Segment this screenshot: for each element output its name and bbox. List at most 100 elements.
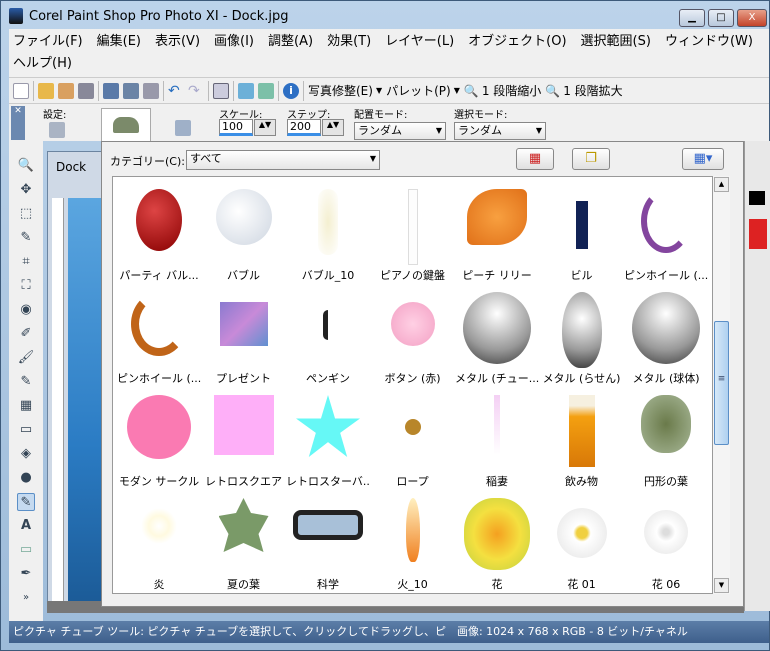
resize-icon[interactable]	[213, 82, 229, 99]
menu-objects[interactable]: オブジェクト(O)	[468, 31, 566, 53]
close-button[interactable]: X	[737, 9, 767, 27]
copy-tube-button[interactable]: ❐	[572, 148, 610, 170]
menu-layers[interactable]: レイヤー(L)	[385, 31, 454, 53]
more-tools-icon[interactable]: »	[17, 589, 35, 607]
tube-settings-icon[interactable]	[175, 120, 191, 136]
tube-item[interactable]: ピアノの鍵盤	[371, 181, 455, 284]
tube-item[interactable]: メタル (チュー...	[455, 284, 539, 387]
scale-input[interactable]: 100	[219, 119, 253, 136]
dodge-tool-icon[interactable]: ▦	[17, 397, 35, 415]
open-folder-icon[interactable]	[38, 82, 54, 99]
menu-image[interactable]: 画像(I)	[214, 31, 254, 53]
tube-item[interactable]: 円形の葉	[624, 387, 708, 490]
tube-item[interactable]: 火_10	[371, 490, 455, 593]
zoom-tool-icon[interactable]: 🔍	[17, 157, 35, 175]
tube-item[interactable]: ボタン (赤)	[371, 284, 455, 387]
tube-item[interactable]: レトロスクエア	[202, 387, 286, 490]
step-input[interactable]: 200	[287, 119, 321, 136]
tube-item[interactable]: 花 06	[624, 490, 708, 593]
menu-file[interactable]: ファイル(F)	[13, 31, 83, 53]
category-select[interactable]: すべて	[186, 150, 380, 170]
menu-view[interactable]: 表示(V)	[155, 31, 200, 53]
dropper-tool-icon[interactable]: ✎	[17, 229, 35, 247]
save-as-icon[interactable]	[123, 82, 139, 99]
tube-item[interactable]: メタル (らせん)	[540, 284, 624, 387]
brush-tool-icon[interactable]: 🖌	[17, 349, 35, 367]
placement-mode-select[interactable]: ランダム	[354, 122, 446, 140]
save-icon[interactable]	[103, 82, 119, 99]
scroll-up-arrow[interactable]: ▲	[714, 177, 729, 192]
tube-options-button[interactable]: ▦	[516, 148, 554, 170]
step-spinner[interactable]: ▲▼	[322, 119, 344, 136]
lighten-tool-icon[interactable]: ✎	[17, 373, 35, 391]
tube-item[interactable]: パーティ バル...	[117, 181, 201, 284]
tube-item[interactable]: ピンホイール (...	[624, 181, 708, 284]
picture-tube-tool-icon[interactable]: ✎	[17, 493, 35, 511]
menu-edit[interactable]: 編集(E)	[97, 31, 141, 53]
tube-item[interactable]: ビル	[540, 181, 624, 284]
scroll-down-arrow[interactable]: ▼	[714, 578, 729, 593]
red-eye-tool-icon[interactable]: ◉	[17, 301, 35, 319]
menu-help[interactable]: ヘルプ(H)	[13, 53, 72, 75]
shape-tool-icon[interactable]: ▭	[17, 541, 35, 559]
view-mode-button[interactable]: ▦▾	[682, 148, 724, 170]
selection-mode-select[interactable]: ランダム	[454, 122, 546, 140]
eraser-tool-icon[interactable]: ▭	[17, 421, 35, 439]
rotate-right-icon[interactable]	[238, 82, 254, 99]
tube-item[interactable]: 夏の葉	[202, 490, 286, 593]
info-icon[interactable]: i	[283, 82, 299, 99]
vertical-scrollbar[interactable]: ▲ ≡ ▼	[713, 176, 730, 594]
scale-spinner[interactable]: ▲▼	[254, 119, 276, 136]
presets-icon[interactable]	[49, 122, 65, 138]
tube-item[interactable]: 飲み物	[540, 387, 624, 490]
menu-adjust[interactable]: 調整(A)	[268, 31, 313, 53]
text-tool-icon[interactable]: A	[17, 517, 35, 535]
tube-item[interactable]: バブル_10	[286, 181, 370, 284]
menu-selections[interactable]: 選択範囲(S)	[581, 31, 651, 53]
tube-item[interactable]: メタル (球体)	[624, 284, 708, 387]
tube-item[interactable]: 稲妻	[455, 387, 539, 490]
tube-item[interactable]: 炎	[117, 490, 201, 593]
selection-tool-icon[interactable]: ⬚	[17, 205, 35, 223]
tube-item[interactable]: ピーチ リリー	[455, 181, 539, 284]
fill-tool-icon[interactable]: ◈	[17, 445, 35, 463]
tube-selector[interactable]	[101, 108, 151, 142]
tube-item[interactable]: プレゼント	[202, 284, 286, 387]
tube-item[interactable]: ペンギン	[286, 284, 370, 387]
undo-icon[interactable]: ↶	[168, 83, 184, 99]
maximize-button[interactable]: □	[708, 9, 734, 27]
tube-item[interactable]: 科学	[286, 490, 370, 593]
palette-grip[interactable]: ✕	[11, 106, 25, 140]
tube-item[interactable]: モダン サークル	[117, 387, 201, 490]
clone-tool-icon[interactable]: ✐	[17, 325, 35, 343]
foreground-color-swatch[interactable]	[749, 191, 765, 205]
tube-item[interactable]: 花	[455, 490, 539, 593]
document-window[interactable]: Dock	[47, 151, 107, 611]
tube-item[interactable]: 花 01	[540, 490, 624, 593]
minimize-button[interactable]: ▁	[679, 9, 705, 27]
zoom-in-button[interactable]: 🔍 1 段階拡大	[545, 82, 622, 99]
menu-window[interactable]: ウィンドウ(W)	[665, 31, 753, 53]
pick-tool-icon[interactable]: ⛶	[17, 277, 35, 295]
palette-menu[interactable]: パレット(P) ▼	[386, 82, 460, 99]
rotate-left-icon[interactable]	[258, 82, 274, 99]
zoom-out-button[interactable]: 🔍 1 段階縮小	[464, 82, 541, 99]
new-file-icon[interactable]	[13, 82, 29, 99]
move-tool-icon[interactable]: ✥	[17, 181, 35, 199]
photo-fix-menu[interactable]: 写真修整(E) ▼	[308, 82, 382, 99]
print-icon[interactable]	[143, 82, 159, 99]
tube-item[interactable]: ロープ	[371, 387, 455, 490]
color-replacer-icon[interactable]: ●	[17, 469, 35, 487]
redo-icon[interactable]: ↷	[188, 83, 204, 99]
crop-tool-icon[interactable]: ⌗	[17, 253, 35, 271]
scroll-thumb[interactable]: ≡	[714, 321, 729, 445]
document-tab[interactable]: Dock	[56, 160, 86, 174]
tube-item[interactable]: ピンホイール (...	[117, 284, 201, 387]
scan-icon[interactable]	[78, 82, 94, 99]
browse-icon[interactable]	[58, 82, 74, 99]
pen-tool-icon[interactable]: ✒	[17, 565, 35, 583]
tube-item[interactable]: バブル	[202, 181, 286, 284]
color-palette[interactable]	[749, 219, 767, 249]
tube-item[interactable]: レトロスターバ...	[286, 387, 370, 490]
menu-effects[interactable]: 効果(T)	[327, 31, 371, 53]
